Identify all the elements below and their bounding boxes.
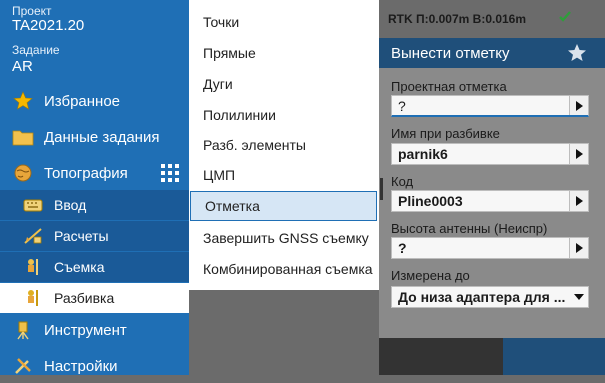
sidebar-item-label: Настройки bbox=[44, 357, 118, 375]
chevron-down-icon[interactable] bbox=[570, 287, 588, 307]
sidebar-item-label: Разбивка bbox=[54, 290, 115, 306]
menu-item-elevation[interactable]: Отметка bbox=[190, 191, 377, 221]
grid-menu-icon[interactable] bbox=[161, 164, 179, 182]
arrow-right-icon[interactable] bbox=[569, 144, 588, 164]
menu-item-arcs[interactable]: Дуги bbox=[189, 69, 379, 99]
sidebar-item-job-data[interactable]: Данные задания bbox=[0, 120, 189, 154]
globe-icon bbox=[12, 162, 34, 184]
task-value: AR bbox=[12, 58, 33, 75]
settings-icon bbox=[12, 355, 34, 377]
stake-name-field[interactable]: parnik6 bbox=[391, 143, 589, 165]
menu-item-end-gnss-survey[interactable]: Завершить GNSS съемку bbox=[189, 223, 379, 253]
antenna-height-value: ? bbox=[398, 240, 407, 256]
softkey-button[interactable] bbox=[503, 338, 605, 375]
sidebar-item-settings[interactable]: Настройки bbox=[0, 349, 189, 383]
stakeout-icon bbox=[22, 287, 44, 309]
measured-to-label: Измерена до bbox=[391, 268, 470, 283]
bottom-softkey-bar bbox=[379, 338, 605, 375]
arrow-right-icon[interactable] bbox=[569, 96, 588, 115]
menu-item-stakeout-elements[interactable]: Разб. элементы bbox=[189, 130, 379, 160]
rtk-status: RTK П:0.007m В:0.016m bbox=[388, 12, 527, 26]
survey-icon bbox=[22, 256, 44, 278]
panel-title-bar: Вынести отметку bbox=[379, 38, 605, 68]
arrow-right-icon[interactable] bbox=[569, 238, 588, 258]
sidebar-item-label: Топография bbox=[44, 164, 128, 182]
code-value: Pline0003 bbox=[398, 193, 463, 209]
measured-to-value: До низа адаптера для ... bbox=[398, 289, 566, 305]
sidebar-item-calculations[interactable]: Расчеты bbox=[0, 221, 189, 251]
task-label: Задание bbox=[12, 43, 60, 57]
sidebar-item-label: Ввод bbox=[54, 197, 87, 213]
stakeout-submenu: Точки Прямые Дуги Полилинии Разб. элемен… bbox=[189, 0, 380, 290]
menu-backdrop bbox=[189, 290, 379, 375]
stake-name-label: Имя при разбивке bbox=[391, 126, 500, 141]
favorite-star-icon[interactable] bbox=[567, 43, 587, 67]
sidebar-item-input[interactable]: Ввод bbox=[0, 190, 189, 220]
antenna-height-field[interactable]: ? bbox=[391, 237, 589, 259]
code-label: Код bbox=[391, 174, 414, 189]
menu-item-polylines[interactable]: Полилинии bbox=[189, 100, 379, 130]
code-field[interactable]: Pline0003 bbox=[391, 190, 589, 212]
project-label: Проект bbox=[12, 4, 52, 18]
calculate-icon bbox=[22, 225, 44, 247]
panel-divider-handle[interactable] bbox=[380, 178, 383, 200]
star-icon bbox=[12, 90, 34, 112]
instrument-icon bbox=[12, 319, 34, 341]
sidebar-item-label: Расчеты bbox=[54, 228, 109, 244]
sidebar-item-label: Данные задания bbox=[44, 128, 160, 146]
menu-item-combined-survey[interactable]: Комбинированная съемка bbox=[189, 254, 379, 284]
design-elevation-label: Проектная отметка bbox=[391, 79, 507, 94]
sidebar-item-instrument[interactable]: Инструмент bbox=[0, 313, 189, 347]
sidebar-item-survey[interactable]: Съемка bbox=[0, 252, 189, 282]
sidebar-item-stakeout[interactable]: Разбивка bbox=[0, 283, 189, 313]
check-icon bbox=[558, 10, 572, 29]
project-value: TA2021.20 bbox=[12, 17, 85, 34]
menu-item-dtm[interactable]: ЦМП bbox=[189, 160, 379, 190]
sidebar-item-label: Инструмент bbox=[44, 321, 127, 339]
panel-title: Вынести отметку bbox=[391, 44, 510, 62]
measured-to-select[interactable]: До низа адаптера для ... bbox=[391, 286, 589, 308]
keyboard-icon bbox=[22, 194, 44, 216]
design-elevation-field[interactable]: ? bbox=[391, 95, 589, 117]
menu-item-lines[interactable]: Прямые bbox=[189, 38, 379, 68]
folder-icon bbox=[12, 126, 34, 148]
antenna-height-label: Высота антенны (Неиспр) bbox=[391, 221, 548, 236]
sidebar-item-label: Съемка bbox=[54, 259, 105, 275]
menu-item-points[interactable]: Точки bbox=[189, 7, 379, 37]
sidebar-item-topography[interactable]: Топография bbox=[0, 156, 189, 190]
sidebar-item-favorites[interactable]: Избранное bbox=[0, 84, 189, 118]
stake-name-value: parnik6 bbox=[398, 146, 448, 162]
sidebar: Проект TA2021.20 Задание AR Избранное Да… bbox=[0, 0, 189, 375]
arrow-right-icon[interactable] bbox=[569, 191, 588, 211]
sidebar-item-label: Избранное bbox=[44, 92, 121, 110]
design-elevation-value: ? bbox=[398, 97, 406, 114]
